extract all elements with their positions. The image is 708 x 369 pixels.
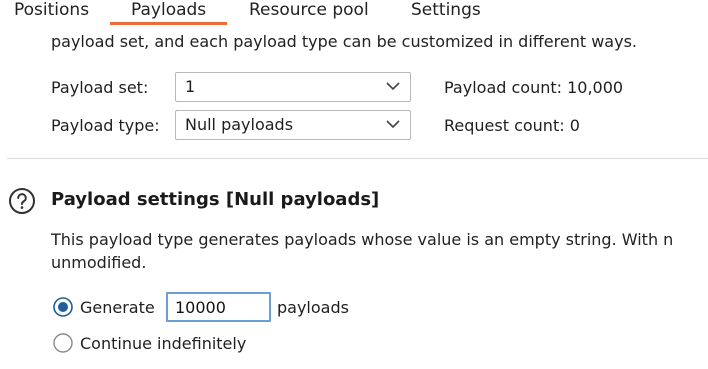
chevron-down-icon <box>386 82 400 91</box>
tab-payloads[interactable]: Payloads <box>110 0 228 25</box>
generate-count-input[interactable] <box>166 292 271 322</box>
tab-positions[interactable]: Positions <box>14 0 89 22</box>
payload-type-value: Null payloads <box>185 115 294 134</box>
generate-label[interactable]: Generate <box>80 298 155 318</box>
payload-set-select[interactable]: 1 <box>175 72 411 102</box>
payload-set-value: 1 <box>185 77 196 96</box>
payload-type-select[interactable]: Null payloads <box>175 110 411 140</box>
intro-text: payload set, and each payload type can b… <box>51 32 637 51</box>
tab-settings[interactable]: Settings <box>411 0 481 22</box>
description-line-1: This payload type generates payloads who… <box>51 230 674 249</box>
help-circle-icon[interactable] <box>8 187 36 215</box>
payloads-suffix-label: payloads <box>277 298 349 317</box>
request-count: Request count: 0 <box>444 116 580 135</box>
continue-indefinitely-radio[interactable] <box>53 333 73 353</box>
section-divider <box>7 158 708 159</box>
payload-set-label: Payload set: <box>51 78 149 97</box>
tab-resource-pool[interactable]: Resource pool <box>249 0 369 22</box>
tab-bar: Positions Payloads Resource pool Setting… <box>0 0 708 25</box>
generate-radio[interactable] <box>53 297 73 317</box>
description-line-2: unmodified. <box>51 253 147 272</box>
payload-type-label: Payload type: <box>51 116 160 135</box>
payload-count: Payload count: 10,000 <box>444 78 624 97</box>
payload-settings-description: This payload type generates payloads who… <box>51 228 708 274</box>
continue-indefinitely-label[interactable]: Continue indefinitely <box>80 334 246 354</box>
chevron-down-icon <box>386 120 400 129</box>
payload-settings-title: Payload settings [Null payloads] <box>51 189 380 210</box>
